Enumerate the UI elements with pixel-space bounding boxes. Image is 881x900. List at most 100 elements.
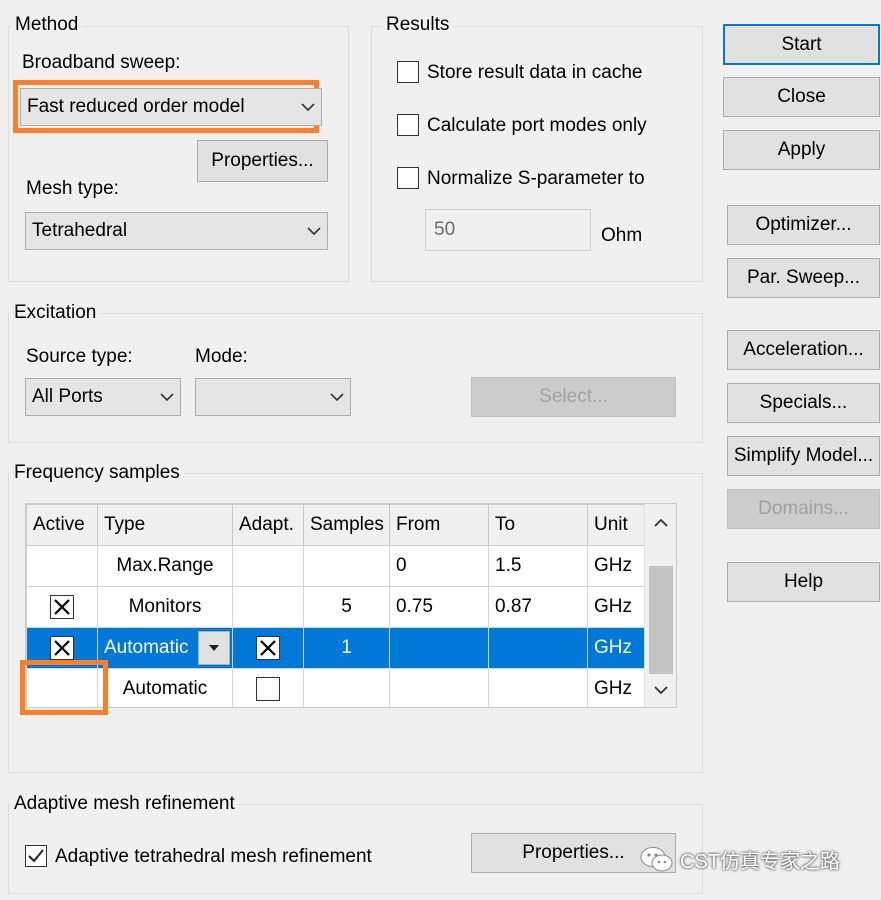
unit-value: GHz [594,678,632,699]
cell-type[interactable]: Automatic [97,668,233,707]
cell-type[interactable]: Monitors [97,586,233,628]
cell-from[interactable] [389,668,489,707]
chevron-down-icon [154,392,180,402]
from-value: 0.75 [396,596,433,617]
cell-to[interactable] [488,668,588,707]
scroll-down-icon[interactable] [645,672,676,707]
cell-adapt[interactable] [232,586,304,628]
cell-samples[interactable]: 1 [303,627,390,669]
normalize-unit-label: Ohm [601,225,643,246]
optimizer-button[interactable]: Optimizer... [727,205,880,245]
cell-unit[interactable]: GHz [587,545,645,587]
cell-from[interactable]: 0.75 [389,586,489,628]
mode-label: Mode: [195,346,248,367]
cell-unit[interactable]: GHz [587,627,645,669]
normalize-impedance-input[interactable]: 50 [425,209,591,251]
samples-value: 1 [341,637,352,658]
par-sweep-button[interactable]: Par. Sweep... [727,258,880,298]
scroll-thumb[interactable] [649,566,673,674]
table-row[interactable]: Monitors 5 0.75 0.87 GHz [26,586,645,628]
adaptive-refinement-checkbox[interactable] [25,845,47,867]
mode-select[interactable] [195,378,351,416]
mesh-type-label: Mesh type: [26,178,119,199]
column-header-to[interactable]: To [488,504,588,546]
cell-active[interactable] [26,545,98,587]
table-scrollbar[interactable] [644,504,676,707]
cell-adapt[interactable] [232,668,304,707]
cell-type[interactable]: Max.Range [97,545,233,587]
type-value: Automatic [122,678,208,699]
type-value: Monitors [128,596,202,617]
broadband-sweep-label: Broadband sweep: [22,52,181,73]
cell-adapt[interactable] [232,545,304,587]
to-value: 0.87 [495,596,532,617]
broadband-sweep-select[interactable]: Fast reduced order model [20,88,322,126]
to-value: 1.5 [495,555,522,576]
method-title: Method [11,14,83,36]
cell-samples[interactable] [303,545,390,587]
simplify-model-button[interactable]: Simplify Model... [727,436,880,476]
frequency-table: Active Type Adapt. Samples From To Unit … [26,504,645,707]
type-value: Max.Range [116,555,214,576]
watermark-text: CST仿真专家之路 [680,851,840,873]
cell-unit[interactable]: GHz [587,586,645,628]
cell-from[interactable]: 0 [389,545,489,587]
cell-to[interactable]: 0.87 [488,586,588,628]
source-type-label: Source type: [26,346,133,367]
chevron-down-icon [301,226,327,236]
cell-samples[interactable] [303,668,390,707]
apply-button[interactable]: Apply [723,130,880,170]
type-dropdown-icon[interactable] [198,631,230,665]
cell-adapt[interactable] [232,627,304,669]
cell-to[interactable]: 1.5 [488,545,588,587]
method-properties-button[interactable]: Properties... [197,140,328,182]
active-checkbox[interactable] [50,636,74,660]
column-header-type[interactable]: Type [97,504,233,546]
column-header-active[interactable]: Active [26,504,98,546]
chevron-down-icon [295,102,321,112]
domains-button: Domains... [727,489,880,529]
unit-value: GHz [594,596,632,617]
acceleration-button[interactable]: Acceleration... [727,330,880,370]
broadband-sweep-value: Fast reduced order model [27,96,245,117]
column-header-unit[interactable]: Unit [587,504,645,546]
watermark: CST仿真专家之路 [640,845,840,874]
cell-unit[interactable]: GHz [587,668,645,707]
source-type-select[interactable]: All Ports [25,378,181,416]
samples-value: 5 [341,596,352,617]
active-checkbox[interactable] [50,595,74,619]
normalize-checkbox[interactable] [397,167,419,189]
cell-active[interactable] [26,586,98,628]
port-modes-label: Calculate port modes only [427,115,647,136]
table-row[interactable]: Max.Range 0 1.5 GHz [26,545,645,587]
active-cell-highlight [20,660,108,715]
unit-value: GHz [594,637,632,658]
column-header-samples[interactable]: Samples [303,504,390,546]
start-button[interactable]: Start [723,24,880,65]
select-ports-button: Select... [471,377,676,417]
scroll-up-icon[interactable] [645,504,676,540]
frequency-table-container: Active Type Adapt. Samples From To Unit … [25,503,677,708]
help-button[interactable]: Help [727,562,880,602]
close-button[interactable]: Close [723,77,880,117]
table-row[interactable]: Automatic 1 GHz [26,627,645,669]
column-header-from[interactable]: From [389,504,489,546]
cell-samples[interactable]: 5 [303,586,390,628]
unit-value: GHz [594,555,632,576]
cell-to[interactable] [488,627,588,669]
table-header-row: Active Type Adapt. Samples From To Unit [26,504,645,546]
specials-button[interactable]: Specials... [727,383,880,423]
mesh-type-select[interactable]: Tetrahedral [25,212,328,250]
store-cache-checkbox[interactable] [397,61,419,83]
chevron-down-icon [324,392,350,402]
port-modes-checkbox[interactable] [397,114,419,136]
cell-type[interactable]: Automatic [97,627,233,669]
adapt-checkbox[interactable] [256,677,280,701]
cell-from[interactable] [389,627,489,669]
adapt-checkbox[interactable] [256,636,280,660]
excitation-title: Excitation [10,302,101,324]
table-row[interactable]: Automatic GHz [26,668,645,707]
column-header-adapt[interactable]: Adapt. [232,504,304,546]
frequency-title: Frequency samples [10,462,184,484]
from-value: 0 [396,555,407,576]
